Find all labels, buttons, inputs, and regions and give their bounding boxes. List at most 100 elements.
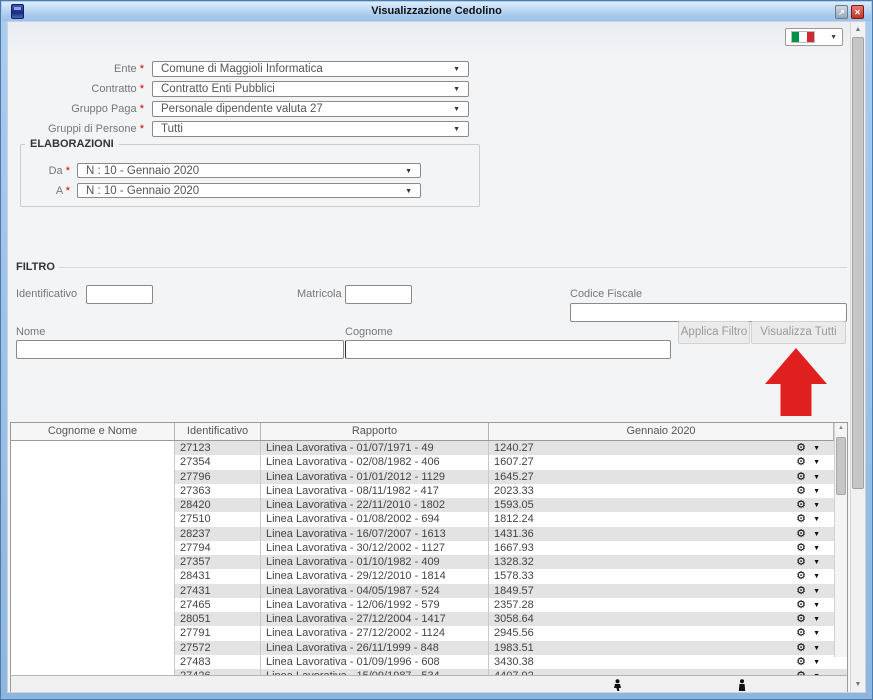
chevron-down-icon[interactable]: ▼ <box>813 570 820 583</box>
table-row[interactable]: 27357 Linea Lavorativa - 01/10/1982 - 40… <box>11 555 847 569</box>
chevron-down-icon[interactable]: ▼ <box>813 627 820 640</box>
form-row-a: A * N : 10 - Gennaio 2020 ▼ <box>29 183 421 198</box>
gear-icon[interactable]: ⚙ <box>796 584 806 598</box>
matricola-input[interactable] <box>345 285 412 304</box>
close-button[interactable]: ✕ <box>851 5 864 19</box>
header-cognome-nome[interactable]: Cognome e Nome <box>11 423 175 440</box>
chevron-down-icon[interactable]: ▼ <box>813 556 820 569</box>
header-identificativo[interactable]: Identificativo <box>175 423 261 440</box>
cell-valore: 3430.38 <box>494 656 534 668</box>
chevron-down-icon[interactable]: ▼ <box>813 513 820 526</box>
cell-rapporto: Linea Lavorativa - 04/05/1987 - 524 <box>261 584 489 598</box>
codice-fiscale-input[interactable] <box>570 303 847 322</box>
form-row-contratto: Contratto * Contratto Enti Pubblici ▼ <box>8 80 469 97</box>
chevron-down-icon[interactable]: ▼ <box>813 542 820 555</box>
gear-icon[interactable]: ⚙ <box>796 612 806 626</box>
gear-icon[interactable]: ⚙ <box>796 470 806 484</box>
cell-identificativo: 28237 <box>175 527 261 541</box>
chevron-down-icon[interactable]: ▼ <box>813 499 820 512</box>
cell-valore: 1812.24 <box>494 513 534 525</box>
gear-icon[interactable]: ⚙ <box>796 569 806 583</box>
gear-icon[interactable]: ⚙ <box>796 441 806 455</box>
form-row-gruppi-persone: Gruppi di Persone * Tutti ▼ <box>8 120 469 137</box>
applica-filtro-button[interactable]: Applica Filtro <box>678 321 750 344</box>
cell-gennaio-2020: 1645.27 ⚙ ▼ <box>489 470 834 484</box>
table-scrollbar[interactable]: ▲ <box>834 423 847 657</box>
identificativo-label: Identificativo <box>16 288 77 300</box>
gear-icon[interactable]: ⚙ <box>796 498 806 512</box>
gear-icon[interactable]: ⚙ <box>796 512 806 526</box>
chevron-down-icon[interactable]: ▼ <box>813 471 820 484</box>
table-scrollbar-thumb[interactable] <box>836 437 846 495</box>
cell-gennaio-2020: 1983.51 ⚙ ▼ <box>489 641 834 655</box>
table-row[interactable]: 27794 Linea Lavorativa - 30/12/2002 - 11… <box>11 541 847 555</box>
table-row[interactable]: 27123 Linea Lavorativa - 01/07/1971 - 49… <box>11 441 847 455</box>
maximize-button[interactable]: ↗ <box>835 5 848 19</box>
gear-icon[interactable]: ⚙ <box>796 641 806 655</box>
main-scrollbar-thumb[interactable] <box>852 37 864 489</box>
table-row[interactable]: 28051 Linea Lavorativa - 27/12/2004 - 14… <box>11 612 847 626</box>
table-row[interactable]: 27363 Linea Lavorativa - 08/11/1982 - 41… <box>11 484 847 498</box>
cell-cognome-nome <box>11 641 175 655</box>
table-row[interactable]: 27796 Linea Lavorativa - 01/01/2012 - 11… <box>11 470 847 484</box>
header-gennaio-2020[interactable]: Gennaio 2020 <box>489 423 834 440</box>
gear-icon[interactable]: ⚙ <box>796 484 806 498</box>
table-row[interactable]: 27431 Linea Lavorativa - 04/05/1987 - 52… <box>11 584 847 598</box>
chevron-down-icon[interactable]: ▼ <box>813 642 820 655</box>
table-row[interactable]: 27354 Linea Lavorativa - 02/08/1982 - 40… <box>11 455 847 469</box>
header-rapporto[interactable]: Rapporto <box>261 423 489 440</box>
title-bar[interactable]: Visualizzazione Cedolino ↗ ✕ <box>2 2 871 21</box>
table-row[interactable]: 27572 Linea Lavorativa - 26/11/1999 - 84… <box>11 641 847 655</box>
gear-icon[interactable]: ⚙ <box>796 541 806 555</box>
cell-cognome-nome <box>11 455 175 469</box>
main-scrollbar[interactable]: ▲ ▼ <box>850 22 865 692</box>
chevron-down-icon[interactable]: ▼ <box>813 599 820 612</box>
table-row[interactable]: 27465 Linea Lavorativa - 12/06/1992 - 57… <box>11 598 847 612</box>
cell-rapporto: Linea Lavorativa - 16/07/2007 - 1613 <box>261 527 489 541</box>
gear-icon[interactable]: ⚙ <box>796 598 806 612</box>
table-row[interactable]: 28431 Linea Lavorativa - 29/12/2010 - 18… <box>11 569 847 583</box>
table-body: 27123 Linea Lavorativa - 01/07/1971 - 49… <box>11 441 847 675</box>
cell-valore: 1328.32 <box>494 556 534 568</box>
scroll-up-icon[interactable]: ▲ <box>835 425 847 431</box>
cognome-input[interactable] <box>345 340 671 359</box>
chevron-down-icon[interactable]: ▼ <box>813 456 820 469</box>
chevron-down-icon[interactable]: ▼ <box>813 585 820 598</box>
cell-identificativo: 28431 <box>175 569 261 583</box>
table-row[interactable]: 27791 Linea Lavorativa - 27/12/2002 - 11… <box>11 626 847 640</box>
da-select[interactable]: N : 10 - Gennaio 2020 ▼ <box>77 163 421 178</box>
chevron-down-icon[interactable]: ▼ <box>813 485 820 498</box>
cell-gennaio-2020: 1849.57 ⚙ ▼ <box>489 584 834 598</box>
matricola-label: Matricola <box>297 288 342 300</box>
chevron-down-icon[interactable]: ▼ <box>813 656 820 669</box>
nome-input[interactable] <box>16 340 344 359</box>
visualizza-tutti-button[interactable]: Visualizza Tutti <box>751 321 846 344</box>
a-value: N : 10 - Gennaio 2020 <box>86 185 199 197</box>
table-row[interactable]: 27483 Linea Lavorativa - 01/09/1996 - 60… <box>11 655 847 669</box>
gear-icon[interactable]: ⚙ <box>796 455 806 469</box>
gear-icon[interactable]: ⚙ <box>796 655 806 669</box>
table-row[interactable]: 28237 Linea Lavorativa - 16/07/2007 - 16… <box>11 527 847 541</box>
gear-icon[interactable]: ⚙ <box>796 555 806 569</box>
chevron-down-icon[interactable]: ▼ <box>813 613 820 626</box>
gruppi-persone-select[interactable]: Tutti ▼ <box>152 121 469 137</box>
gear-icon[interactable]: ⚙ <box>796 626 806 640</box>
da-value: N : 10 - Gennaio 2020 <box>86 165 199 177</box>
ente-select[interactable]: Comune di Maggioli Informatica ▼ <box>152 61 469 77</box>
gear-icon[interactable]: ⚙ <box>796 527 806 541</box>
language-select[interactable]: ▼ <box>785 28 843 46</box>
cell-rapporto: Linea Lavorativa - 01/10/1982 - 409 <box>261 555 489 569</box>
table-row[interactable]: 28420 Linea Lavorativa - 22/11/2010 - 18… <box>11 498 847 512</box>
identificativo-input[interactable] <box>86 285 153 304</box>
cell-gennaio-2020: 3430.38 ⚙ ▼ <box>489 655 834 669</box>
scroll-down-icon[interactable]: ▼ <box>851 678 865 691</box>
scroll-up-icon[interactable]: ▲ <box>851 23 865 36</box>
table-row[interactable]: 27510 Linea Lavorativa - 01/08/2002 - 69… <box>11 512 847 526</box>
a-select[interactable]: N : 10 - Gennaio 2020 ▼ <box>77 183 421 198</box>
contratto-select[interactable]: Contratto Enti Pubblici ▼ <box>152 81 469 97</box>
chevron-down-icon[interactable]: ▼ <box>813 442 820 455</box>
cell-identificativo: 28420 <box>175 498 261 512</box>
gruppo-paga-select[interactable]: Personale dipendente valuta 27 ▼ <box>152 101 469 117</box>
chevron-down-icon[interactable]: ▼ <box>813 528 820 541</box>
cell-cognome-nome <box>11 441 175 455</box>
